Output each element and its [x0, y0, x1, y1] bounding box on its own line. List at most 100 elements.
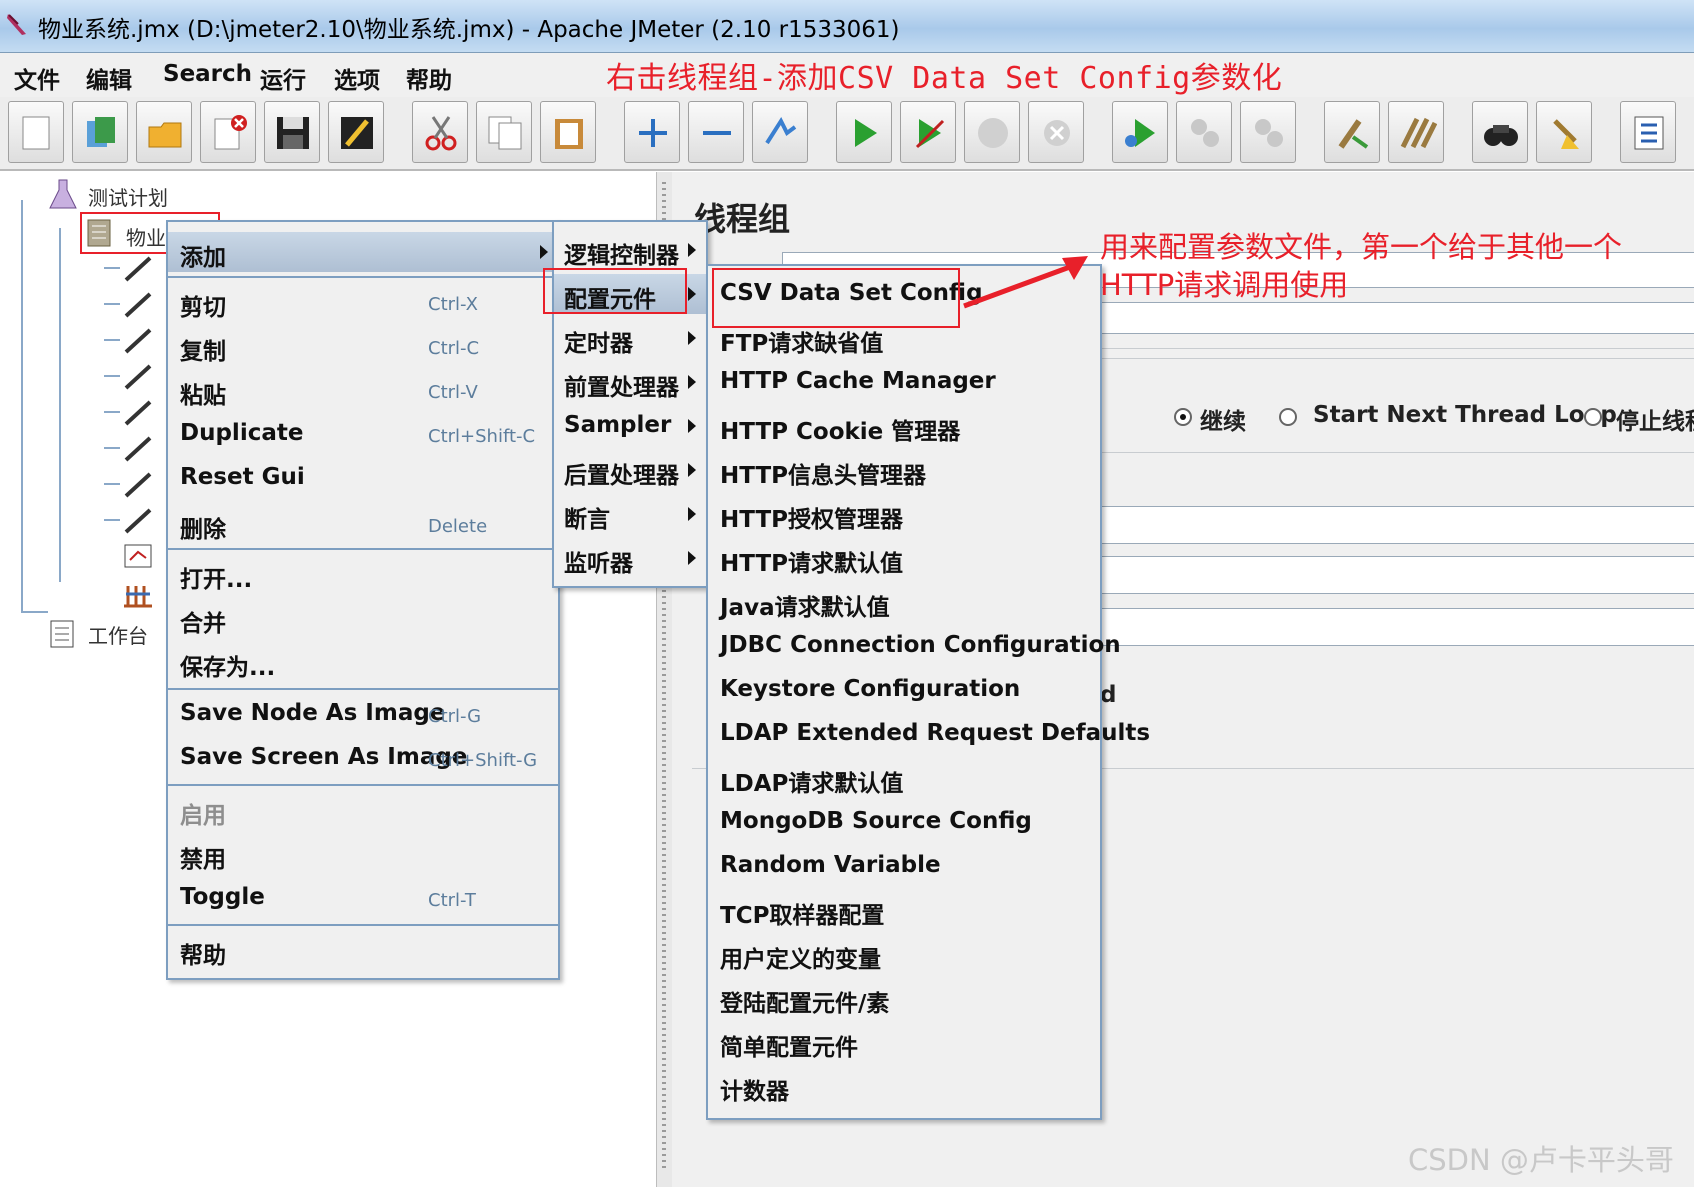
config-tcp-sampler[interactable]: TCP取样器配置 — [708, 890, 1100, 930]
config-element-submenu: CSV Data Set Config FTP请求缺省值 HTTP Cache … — [706, 264, 1150, 1120]
menu-add[interactable]: 添加 — [168, 232, 558, 272]
menu-help[interactable]: 帮助 — [168, 930, 558, 970]
watermark: CSDN @卢卡平头哥 — [1408, 1143, 1674, 1177]
menu-cut[interactable]: 剪切 Ctrl-X — [168, 282, 558, 322]
tree-workbench[interactable]: 工作台 — [88, 620, 148, 649]
menu-disable[interactable]: 禁用 — [168, 834, 558, 874]
menu-save-node-image[interactable]: Save Node As Image Ctrl-G — [168, 694, 558, 734]
title-bar: 物业系统.jmx (D:\jmeter2.10\物业系统.jmx) - Apac… — [0, 0, 1694, 53]
submenu-sampler[interactable]: Sampler — [554, 406, 706, 446]
menu-merge[interactable]: 合并 — [168, 598, 558, 638]
reset-search-icon[interactable] — [1536, 101, 1592, 163]
menu-delete[interactable]: 删除 Delete — [168, 504, 558, 544]
jmeter-feather-icon — [7, 14, 26, 35]
radio-start-next-loop[interactable] — [1279, 408, 1297, 426]
cut-icon[interactable] — [412, 101, 468, 163]
radio-stop-thread[interactable] — [1584, 408, 1602, 426]
annotation-box-csv — [712, 268, 960, 328]
paste-icon[interactable] — [540, 101, 596, 163]
config-http-request-defaults[interactable]: HTTP请求默认值 — [708, 538, 1100, 578]
templates-icon[interactable] — [72, 101, 128, 163]
annotation-right: 用来配置参数文件，第一个给于其他一个 HTTP请求调用使用 — [1100, 228, 1622, 304]
menu-options[interactable]: 选项 — [334, 61, 380, 95]
menu-bar: 文件 编辑 Search 运行 选项 帮助 右击线程组-添加CSV Data S… — [0, 53, 1694, 98]
menu-edit[interactable]: 编辑 — [86, 61, 132, 95]
save-icon[interactable] — [264, 101, 320, 163]
toolbar — [0, 97, 1694, 171]
config-random-variable[interactable]: Random Variable — [708, 846, 1100, 886]
test-plan-flask-icon — [48, 178, 78, 212]
menu-search[interactable]: Search — [163, 61, 252, 87]
menu-help[interactable]: 帮助 — [406, 61, 452, 95]
config-ldap-defaults[interactable]: LDAP请求默认值 — [708, 758, 1100, 798]
start-no-pause-icon[interactable] — [900, 101, 956, 163]
config-mongodb-source[interactable]: MongoDB Source Config — [708, 802, 1100, 842]
clear-all-icon[interactable] — [1388, 101, 1444, 163]
copy-icon[interactable] — [476, 101, 532, 163]
menu-copy[interactable]: 复制 Ctrl-C — [168, 326, 558, 366]
menu-reset-gui[interactable]: Reset Gui — [168, 458, 558, 498]
config-http-cache-manager[interactable]: HTTP Cache Manager — [708, 362, 1100, 402]
annotation-top: 右击线程组-添加CSV Data Set Config参数化 — [606, 61, 1283, 96]
workbench-icon — [48, 618, 76, 650]
menu-duplicate[interactable]: Duplicate Ctrl+Shift-C — [168, 414, 558, 454]
config-keystore[interactable]: Keystore Configuration — [708, 670, 1100, 710]
expand-icon[interactable] — [624, 101, 680, 163]
config-java-request-defaults[interactable]: Java请求默认值 — [708, 582, 1100, 622]
panel-title: 线程组 — [694, 200, 791, 238]
submenu-listener[interactable]: 监听器 — [554, 538, 706, 578]
close-icon[interactable] — [200, 101, 256, 163]
submenu-logic-controller[interactable]: 逻辑控制器 — [554, 230, 706, 270]
menu-paste[interactable]: 粘贴 Ctrl-V — [168, 370, 558, 410]
annotation-arrow — [963, 256, 1088, 309]
config-ldap-extended-defaults[interactable]: LDAP Extended Request Defaults — [708, 714, 1150, 754]
menu-save-as[interactable]: 保存为... — [168, 642, 558, 682]
menu-toggle[interactable]: Toggle Ctrl-T — [168, 878, 558, 918]
radio-start-next-loop-label: Start Next Thread Loop — [1313, 402, 1617, 428]
menu-file[interactable]: 文件 — [14, 61, 60, 95]
stop-icon[interactable] — [964, 101, 1020, 163]
partial-label: d — [1100, 682, 1117, 708]
config-http-header-manager[interactable]: HTTP信息头管理器 — [708, 450, 1100, 490]
annotation-right-line2: HTTP请求调用使用 — [1100, 268, 1349, 302]
config-http-auth-manager[interactable]: HTTP授权管理器 — [708, 494, 1100, 534]
open-icon[interactable] — [136, 101, 192, 163]
config-counter[interactable]: 计数器 — [708, 1066, 1100, 1106]
config-login-config[interactable]: 登陆配置元件/素 — [708, 978, 1100, 1018]
results-tree-icon — [120, 580, 156, 610]
new-icon[interactable] — [8, 101, 64, 163]
search-icon[interactable] — [1472, 101, 1528, 163]
clear-icon[interactable] — [1324, 101, 1380, 163]
window-title: 物业系统.jmx (D:\jmeter2.10\物业系统.jmx) - Apac… — [38, 17, 900, 43]
toggle-icon[interactable] — [752, 101, 808, 163]
listener-graph-icon — [124, 544, 152, 570]
config-jdbc-connection[interactable]: JDBC Connection Configuration — [708, 626, 1121, 666]
annotation-right-line1: 用来配置参数文件，第一个给于其他一个 — [1100, 230, 1623, 264]
annotation-box-config-element — [543, 268, 687, 314]
tree-test-plan[interactable]: 测试计划 — [88, 182, 168, 211]
menu-enable: 启用 — [180, 803, 226, 829]
menu-save-screen-image[interactable]: Save Screen As Image Ctrl+Shift-G — [168, 738, 558, 778]
submenu-timer[interactable]: 定时器 — [554, 318, 706, 358]
radio-continue[interactable] — [1174, 408, 1192, 426]
remote-stop-icon[interactable] — [1176, 101, 1232, 163]
remote-exit-icon[interactable] — [1240, 101, 1296, 163]
config-simple-config[interactable]: 简单配置元件 — [708, 1022, 1100, 1062]
save-as-icon[interactable] — [328, 101, 384, 163]
start-icon[interactable] — [836, 101, 892, 163]
config-user-defined-variables[interactable]: 用户定义的变量 — [708, 934, 1100, 974]
sampler-list-icons — [104, 256, 152, 534]
menu-open[interactable]: 打开... — [168, 554, 558, 594]
radio-stop-thread-label: 停止线程 — [1616, 409, 1694, 435]
submenu-pre-processor[interactable]: 前置处理器 — [554, 362, 706, 402]
context-menu: 添加 剪切 Ctrl-X 复制 Ctrl-C 粘贴 Ctrl-V Duplicate C… — [166, 220, 560, 980]
menu-run[interactable]: 运行 — [260, 61, 306, 95]
config-http-cookie-manager[interactable]: HTTP Cookie 管理器 — [708, 406, 1100, 446]
submenu-post-processor[interactable]: 后置处理器 — [554, 450, 706, 490]
function-helper-icon[interactable] — [1620, 101, 1676, 163]
submenu-assertion[interactable]: 断言 — [554, 494, 706, 534]
remote-start-icon[interactable] — [1112, 101, 1168, 163]
collapse-icon[interactable] — [688, 101, 744, 163]
radio-continue-label: 继续 — [1200, 409, 1246, 435]
shutdown-icon[interactable] — [1028, 101, 1084, 163]
